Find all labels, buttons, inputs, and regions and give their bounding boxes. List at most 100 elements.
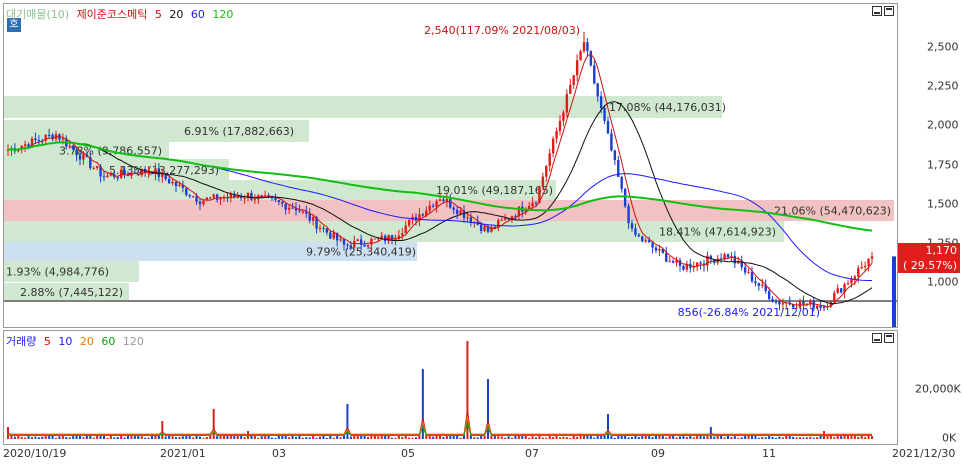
price-chart-pane[interactable]: 대기매물(10) 제이준코스메틱 5 20 60 120 호 17.08% (4…: [3, 3, 898, 328]
candle-body: [586, 42, 589, 51]
candle-body: [836, 288, 839, 293]
volume-bar: [181, 436, 184, 439]
ho-button[interactable]: 호: [7, 18, 21, 32]
candle-body: [78, 155, 82, 160]
volume-bar: [411, 437, 414, 439]
candle-body: [428, 205, 431, 211]
current-price-tag: 1,170: [898, 243, 960, 258]
volume-bar: [552, 437, 555, 439]
volume-bar: [490, 435, 493, 439]
candle-body: [23, 144, 27, 146]
candle-body: [301, 211, 305, 213]
volume-bar: [147, 437, 150, 439]
candle-body: [641, 236, 644, 242]
volume-bar: [775, 437, 777, 439]
price-chart-svg: 17.08% (44,176,031)6.91% (17,882,663)3.7…: [4, 24, 897, 327]
candle-body: [401, 233, 404, 236]
volume-bar: [377, 436, 380, 439]
candle-body: [356, 239, 359, 241]
candle-body: [545, 165, 548, 177]
volume-bar: [596, 436, 599, 439]
candle-body: [438, 199, 442, 202]
maximize-icon[interactable]: [884, 333, 894, 343]
vol-ma60-legend: 60: [101, 335, 116, 348]
volume-bar: [192, 437, 195, 439]
x-label: 05: [401, 447, 415, 460]
volume-bar: [432, 436, 435, 439]
volume-bar: [61, 435, 64, 439]
candle-body: [291, 207, 294, 209]
volume-bar: [459, 437, 462, 439]
candle-body: [253, 199, 257, 201]
volume-bar: [576, 436, 579, 439]
candle-body: [771, 298, 774, 302]
volume-bar: [161, 421, 164, 439]
candle-body: [277, 200, 281, 203]
volume-bar: [319, 436, 321, 439]
candle-body: [298, 210, 301, 212]
volume-bar: [401, 437, 404, 439]
price-tick-label: 1,500: [927, 197, 959, 211]
candle-body: [743, 267, 747, 273]
volume-bar: [24, 437, 27, 439]
volume-profile-label: 6.91% (17,882,663): [184, 125, 294, 138]
candle-body: [106, 175, 109, 178]
volume-bar: [7, 427, 9, 439]
volume-bar: [250, 435, 253, 439]
volume-bar: [277, 435, 280, 439]
volume-bar: [257, 437, 260, 439]
volume-bar: [497, 436, 500, 439]
candle-body: [185, 187, 188, 195]
candle-body: [572, 75, 575, 85]
candle-body: [747, 271, 750, 273]
candle-body: [658, 248, 661, 251]
minimize-icon[interactable]: [872, 6, 882, 16]
x-axis: 2020/10/19 2021/01 03 05 07 09 11 2021/1…: [3, 446, 962, 464]
volume-profile-label: 1.93% (4,984,776): [6, 266, 109, 279]
volume-y-axis: 20,000K 0K: [898, 330, 962, 445]
maximize-icon[interactable]: [884, 6, 894, 16]
volume-bar: [171, 436, 174, 439]
candle-body: [582, 42, 586, 52]
vol-ma10-legend: 10: [58, 335, 73, 348]
minimize-icon[interactable]: [872, 333, 882, 343]
volume-bar: [205, 436, 208, 439]
candle-body: [596, 83, 599, 97]
volume-bar: [802, 437, 805, 439]
vol-ma120-legend: 120: [122, 335, 144, 348]
volume-bar: [106, 437, 109, 439]
candle-body: [630, 223, 634, 229]
candle-body: [75, 149, 78, 156]
candle-body: [363, 244, 366, 247]
volume-bar: [288, 437, 291, 439]
vol-ma5-line: [7, 410, 872, 436]
volume-bar: [610, 436, 613, 439]
volume-bar: [480, 435, 483, 439]
candle-body: [212, 194, 215, 198]
candle-body: [311, 216, 315, 221]
volume-bar: [737, 437, 740, 439]
volume-window-buttons: [872, 333, 894, 343]
candle-body: [167, 178, 171, 184]
volume-chart-pane[interactable]: 거래량 5 10 20 60 120: [3, 330, 898, 445]
volume-bar: [607, 414, 609, 439]
candle-body: [442, 199, 445, 202]
volume-bar: [175, 437, 177, 439]
volume-bar: [733, 436, 736, 439]
candle-body: [548, 153, 551, 166]
volume-bar: [216, 436, 219, 439]
volume-bar: [360, 435, 363, 439]
volume-bar: [140, 436, 143, 439]
volume-bar: [545, 437, 548, 439]
candle-body: [531, 202, 534, 207]
candle-body: [47, 134, 51, 136]
candle-body: [188, 194, 191, 197]
price-legend: 대기매물(10) 제이준코스메틱 5 20 60 120: [6, 6, 237, 22]
volume-bar: [541, 437, 544, 439]
candle-body: [534, 202, 538, 204]
volume-bar: [538, 435, 541, 439]
candle-body: [846, 283, 850, 285]
candle-body: [95, 166, 99, 168]
candle-body: [250, 192, 253, 200]
volume-bar: [144, 437, 147, 439]
